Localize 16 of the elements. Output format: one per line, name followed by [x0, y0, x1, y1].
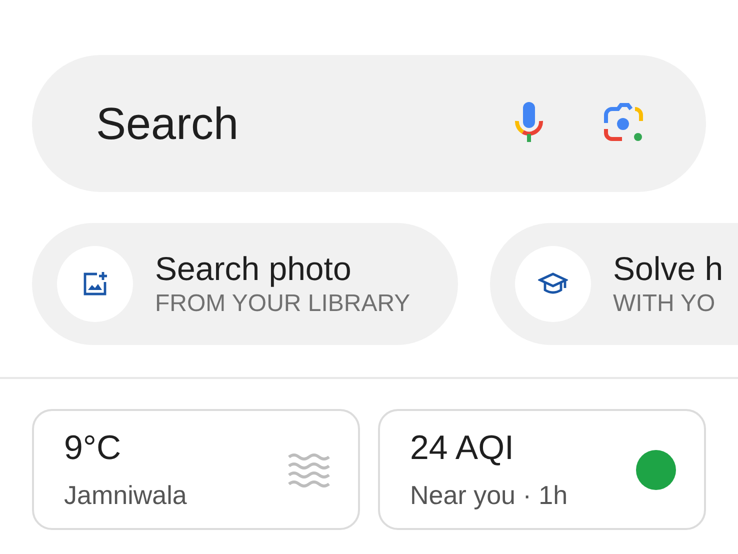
- add-image-icon: [81, 270, 109, 298]
- card-title: 24 AQI: [410, 428, 515, 468]
- search-field[interactable]: Search: [94, 96, 514, 150]
- chip-subtitle: WITH YO: [613, 290, 716, 318]
- haze-icon: [288, 452, 330, 488]
- search-bar[interactable]: Search: [32, 55, 706, 192]
- card-subtitle: Jamniwala: [64, 480, 187, 510]
- chip-subtitle: FROM YOUR LIBRARY: [155, 290, 410, 318]
- chip-title: Search photo: [155, 250, 352, 288]
- card-title: 9°C: [64, 428, 122, 468]
- weather-card[interactable]: 9°C Jamniwala: [32, 409, 360, 530]
- suggestion-chip[interactable]: Solve h WITH YO: [490, 223, 738, 345]
- suggestion-chip[interactable]: Search photo FROM YOUR LIBRARY: [32, 223, 458, 345]
- chip-title: Solve h: [613, 250, 724, 288]
- air-quality-card[interactable]: 24 AQI Near you · 1h: [378, 409, 706, 530]
- card-subtitle: Near you · 1h: [410, 480, 568, 510]
